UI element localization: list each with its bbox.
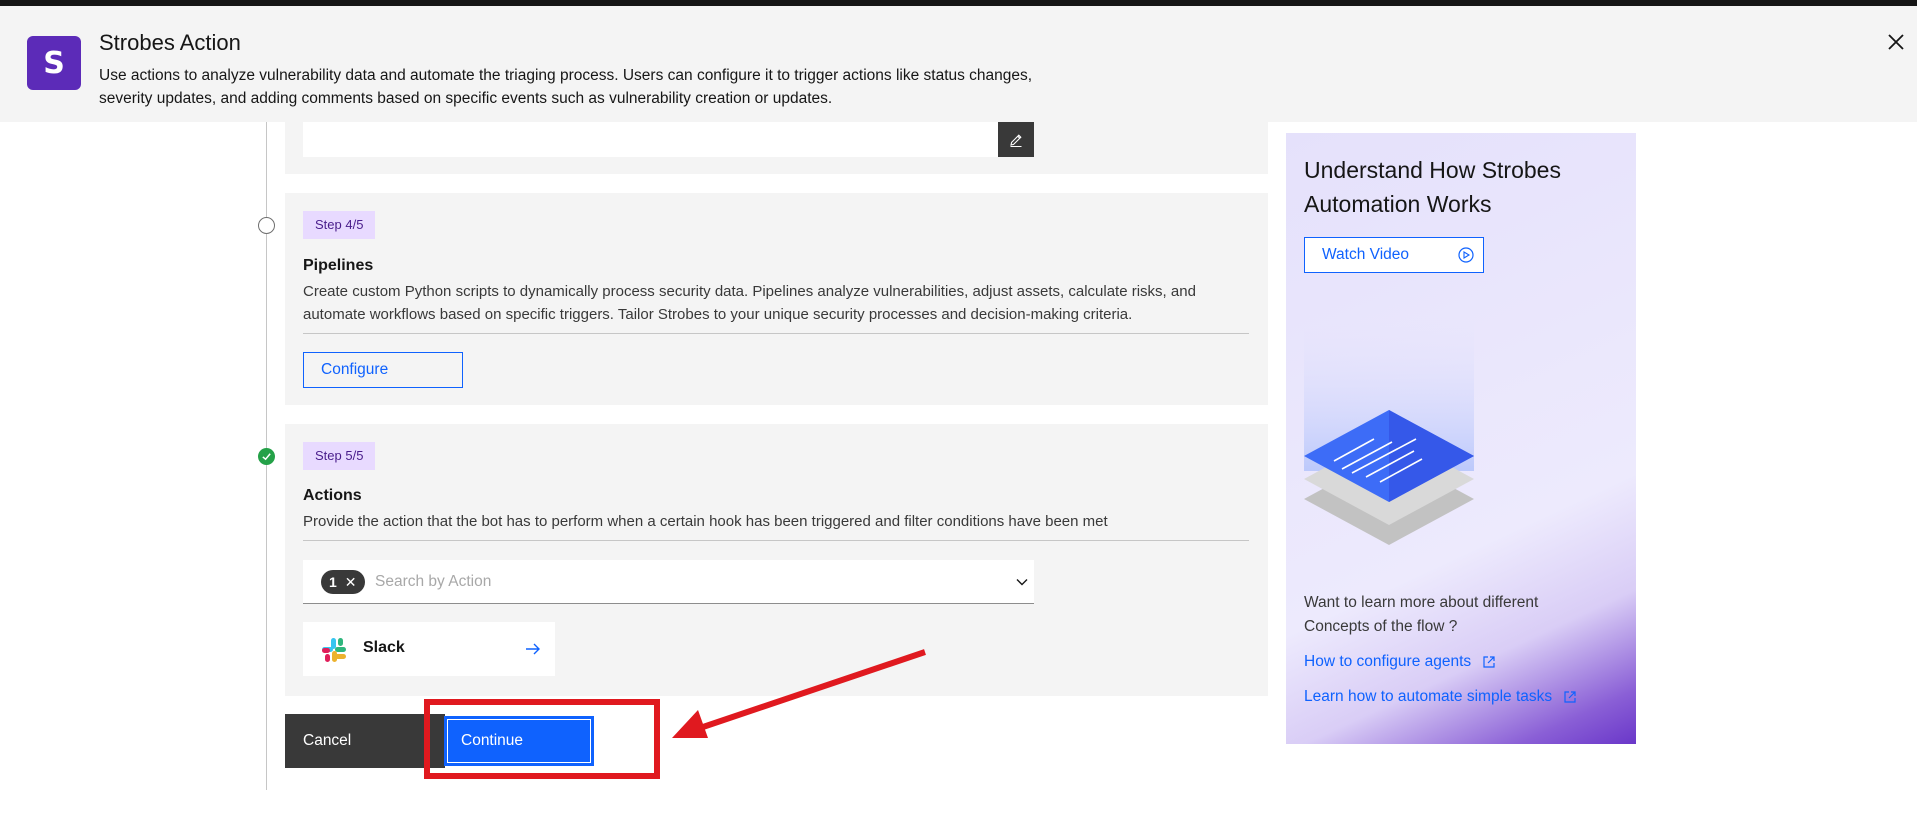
chevron-down-icon[interactable]	[1015, 575, 1029, 589]
slack-action-tile[interactable]: Slack	[303, 622, 555, 676]
step-4-card: Step 4/5 Pipelines Create custom Python …	[285, 193, 1268, 405]
step-tag: Step 4/5	[303, 211, 376, 239]
divider	[303, 333, 1249, 334]
step-4-indicator	[258, 217, 275, 234]
step-description: Create custom Python scripts to dynamica…	[303, 283, 1196, 323]
help-question: Want to learn more about different Conce…	[1304, 594, 1539, 635]
watch-video-label: Watch Video	[1322, 246, 1410, 263]
divider	[303, 540, 1249, 541]
layers-illustration	[1304, 311, 1474, 545]
configure-button[interactable]: Configure	[303, 352, 463, 388]
link-label: Learn how to automate simple tasks	[1304, 688, 1553, 705]
help-panel-title: Understand How Strobes Automation Works	[1304, 157, 1561, 217]
step-title: Pipelines	[303, 257, 374, 274]
logo-letter: S	[43, 45, 65, 81]
step-tag: Step 5/5	[303, 442, 376, 470]
slack-icon	[322, 638, 346, 662]
previous-step-card	[285, 122, 1268, 174]
watch-video-button[interactable]: Watch Video	[1304, 237, 1484, 273]
external-link-icon	[1483, 656, 1495, 668]
cancel-button[interactable]: Cancel	[285, 714, 445, 768]
modal-header: S Strobes Action Use actions to analyze …	[0, 6, 1917, 122]
configure-agents-link[interactable]: How to configure agents	[1304, 653, 1497, 671]
continue-button[interactable]: Continue	[444, 716, 594, 766]
modal-title: Strobes Action	[99, 30, 241, 55]
play-icon	[1458, 247, 1474, 263]
previous-step-field[interactable]	[303, 122, 1017, 157]
tile-label: Slack	[363, 639, 405, 656]
checkmark-icon	[262, 453, 271, 461]
step-description: Provide the action that the bot has to p…	[303, 513, 1108, 530]
link-label: How to configure agents	[1304, 653, 1472, 670]
help-panel: Understand How Strobes Automation Works …	[1286, 133, 1636, 744]
edit-button[interactable]	[998, 122, 1034, 157]
automate-tasks-link[interactable]: Learn how to automate simple tasks	[1304, 688, 1578, 706]
strobes-logo: S	[27, 36, 81, 90]
edit-icon	[1010, 133, 1022, 147]
action-multiselect[interactable]: 1 ✕	[303, 560, 1034, 604]
clear-selection-icon[interactable]: ✕	[345, 574, 357, 591]
close-icon[interactable]	[1884, 30, 1908, 54]
external-link-icon	[1564, 691, 1576, 703]
step-title: Actions	[303, 487, 362, 504]
search-action-input[interactable]	[375, 560, 935, 603]
selected-count: 1	[329, 574, 337, 590]
step-5-complete-indicator	[258, 448, 275, 465]
selected-count-tag[interactable]: 1 ✕	[321, 570, 365, 594]
step-5-card: Step 5/5 Actions Provide the action that…	[285, 424, 1268, 696]
arrow-right-icon	[526, 643, 540, 655]
modal-description: Use actions to analyze vulnerability dat…	[99, 67, 1033, 107]
